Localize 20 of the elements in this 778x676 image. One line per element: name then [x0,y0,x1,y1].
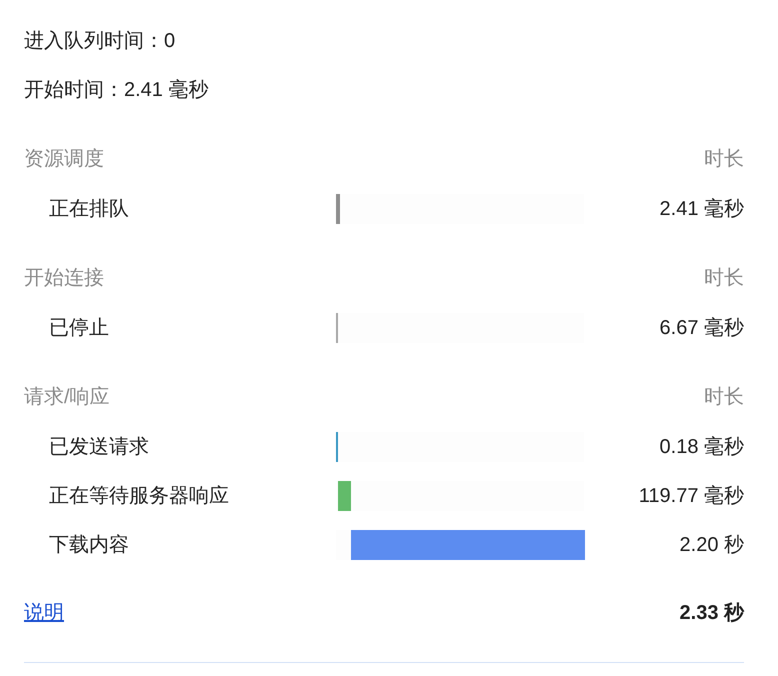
phase-label: 已发送请求 [48,435,150,460]
phase-label: 正在等待服务器响应 [48,484,230,509]
phase-label: 已停止 [48,316,110,341]
phase-label: 下载内容 [48,533,130,558]
column-header: 时长 [704,266,744,291]
section-title: 开始连接 [24,266,104,291]
duration-text: 6.67 毫秒 [658,316,744,341]
column-header: 时长 [704,147,744,172]
duration-text: 2.20 秒 [678,533,744,558]
total-duration: 2.33 秒 [680,601,744,626]
duration-text: 2.41 毫秒 [658,197,744,222]
summary-text: 开始时间：2.41 毫秒 [24,78,210,103]
explanation-link[interactable]: 说明 [24,598,64,628]
duration-text: 119.77 毫秒 [638,484,744,509]
section-title: 请求/响应 [24,385,110,410]
duration-text: 0.18 毫秒 [658,435,744,460]
column-header: 时长 [704,385,744,410]
section-title: 资源调度 [24,147,104,172]
summary-text: 进入队列时间：0 [24,29,176,54]
phase-label: 正在排队 [48,197,130,222]
